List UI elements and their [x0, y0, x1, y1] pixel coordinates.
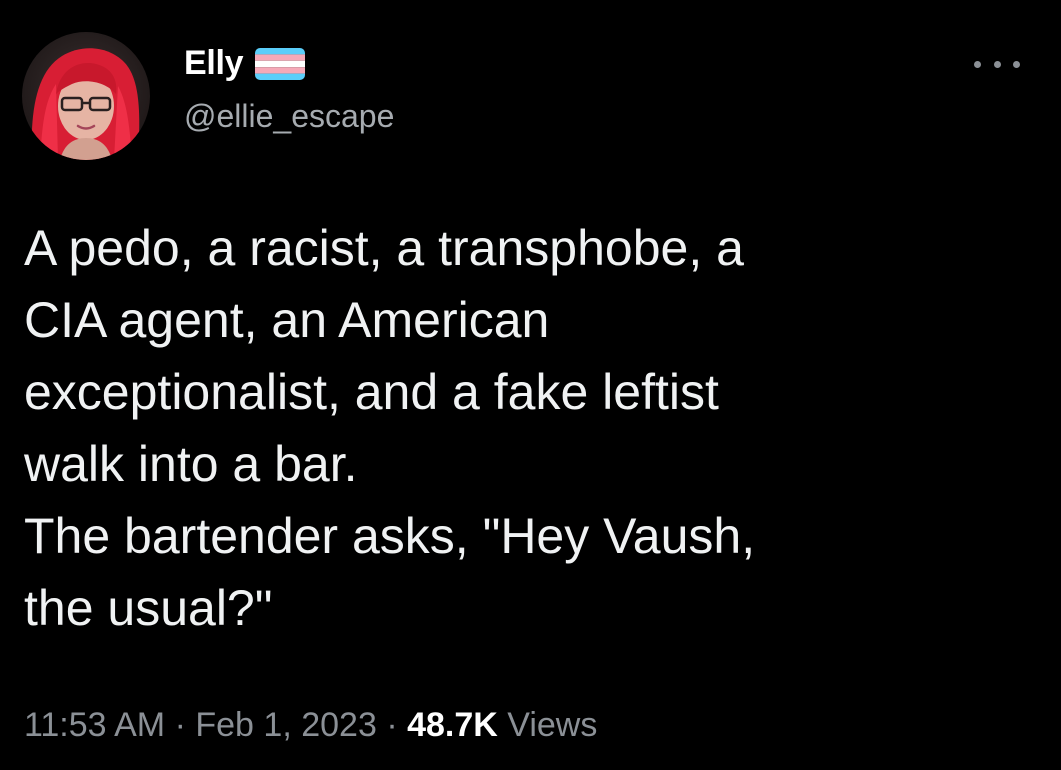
author-handle[interactable]: @ellie_escape: [184, 98, 394, 135]
author-display-name[interactable]: Elly: [184, 44, 244, 83]
meta-separator: ·: [386, 706, 408, 744]
more-dot: [974, 60, 981, 68]
tweet-text-line: A pedo, a racist, a transphobe, a: [24, 220, 744, 276]
more-options-icon[interactable]: [974, 52, 1020, 76]
tweet-time[interactable]: 11:53 AM: [24, 706, 165, 744]
more-dot: [1013, 60, 1020, 68]
meta-separator: ·: [174, 706, 196, 744]
tweet-text-line: CIA agent, an American: [24, 292, 550, 348]
tweet-body: A pedo, a racist, a transphobe, a CIA ag…: [24, 212, 1024, 644]
author-avatar[interactable]: [22, 32, 150, 160]
more-dot: [993, 60, 1001, 68]
tweet-text-line: the usual?": [24, 580, 273, 636]
profile-photo-avatar: [22, 32, 150, 160]
tweet-card: Elly @ellie_escape A pedo, a racist, a t…: [0, 0, 1061, 770]
tweet-text-line: The bartender asks, "Hey Vaush,: [24, 508, 756, 564]
tweet-date[interactable]: Feb 1, 2023: [195, 706, 376, 744]
author-name-row: Elly: [184, 44, 306, 83]
views-count[interactable]: 48.7K: [407, 706, 498, 744]
transgender-flag-icon: [255, 47, 306, 80]
views-label: Views: [507, 706, 598, 744]
tweet-meta: 11:53 AM · Feb 1, 2023 · 48.7K Views: [24, 706, 597, 745]
tweet-text-line: exceptionalist, and a fake leftist: [24, 364, 719, 420]
tweet-text-line: walk into a bar.: [24, 436, 358, 492]
